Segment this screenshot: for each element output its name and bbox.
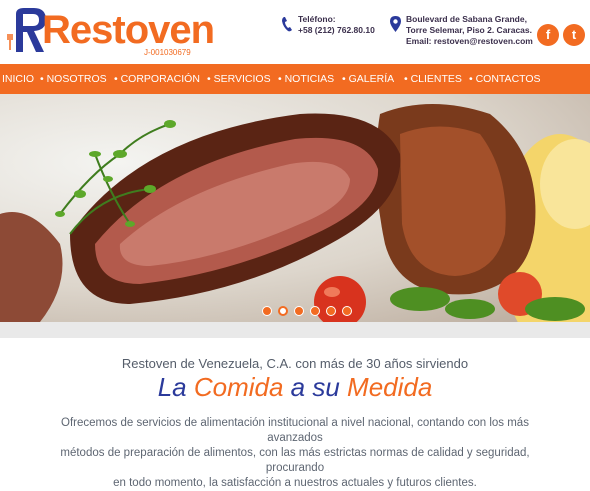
logo-wordmark: Restoven [42, 8, 215, 52]
address-line-2: Torre Selemar, Piso 2. Caracas. [406, 25, 532, 35]
facebook-icon[interactable]: f [537, 24, 559, 46]
email-link[interactable]: Email: restoven@restoven.com [406, 36, 533, 47]
site-header: Restoven J-001030679 Teléfono: +58 (212)… [0, 0, 590, 64]
nav-item-nosotros[interactable]: • NOSOTROS [40, 64, 107, 94]
map-pin-icon [390, 16, 401, 32]
headline-part-1: La [157, 372, 194, 402]
slider-dot[interactable] [310, 306, 320, 316]
food-photo [0, 104, 590, 322]
logo-rif: J-001030679 [144, 48, 191, 57]
slider-dot-active[interactable] [278, 306, 288, 316]
intro-tagline: Restoven de Venezuela, C.A. con más de 3… [121, 356, 469, 371]
restoven-logo[interactable]: Restoven J-001030679 [6, 6, 215, 58]
address-line-1: Boulevard de Sabana Grande, [406, 14, 527, 24]
hero-slider-image[interactable] [0, 94, 590, 322]
nav-item-inicio[interactable]: INICIO [2, 64, 34, 94]
nav-item-noticias[interactable]: • NOTICIAS [278, 64, 334, 94]
main-nav: INICIO • NOSOTROS • CORPORACIÓN • SERVIC… [0, 64, 590, 94]
main-headline: La Comida a su Medida [0, 372, 590, 403]
headline-medida: Medida [347, 372, 433, 402]
headline-part-3: a su [283, 372, 348, 402]
intro-line-2: métodos de preparación de alimentos, con… [60, 447, 530, 474]
intro-paragraph: Ofrecemos de servicios de alimentación i… [44, 416, 546, 491]
phone-label: Teléfono: [298, 14, 336, 24]
nav-item-servicios[interactable]: • SERVICIOS [207, 64, 271, 94]
slider-dot[interactable] [326, 306, 336, 316]
nav-item-galeria[interactable]: • GALERÍA [342, 64, 394, 94]
twitter-icon[interactable]: t [563, 24, 585, 46]
phone-number[interactable]: +58 (212) 762.80.10 [298, 25, 375, 36]
headline-comida: Comida [193, 372, 284, 402]
slider-dot[interactable] [294, 306, 304, 316]
intro-line-3: en todo momento, la satisfacción a nuest… [113, 477, 477, 489]
intro-line-1: Ofrecemos de servicios de alimentación i… [61, 417, 529, 444]
slider-footer-bar [0, 322, 590, 338]
slider-dot[interactable] [262, 306, 272, 316]
nav-item-contactos[interactable]: • CONTACTOS [469, 64, 541, 94]
nav-item-corporacion[interactable]: • CORPORACIÓN [114, 64, 200, 94]
slider-dot[interactable] [342, 306, 352, 316]
nav-item-clientes[interactable]: • CLIENTES [404, 64, 462, 94]
phone-icon [282, 17, 292, 32]
